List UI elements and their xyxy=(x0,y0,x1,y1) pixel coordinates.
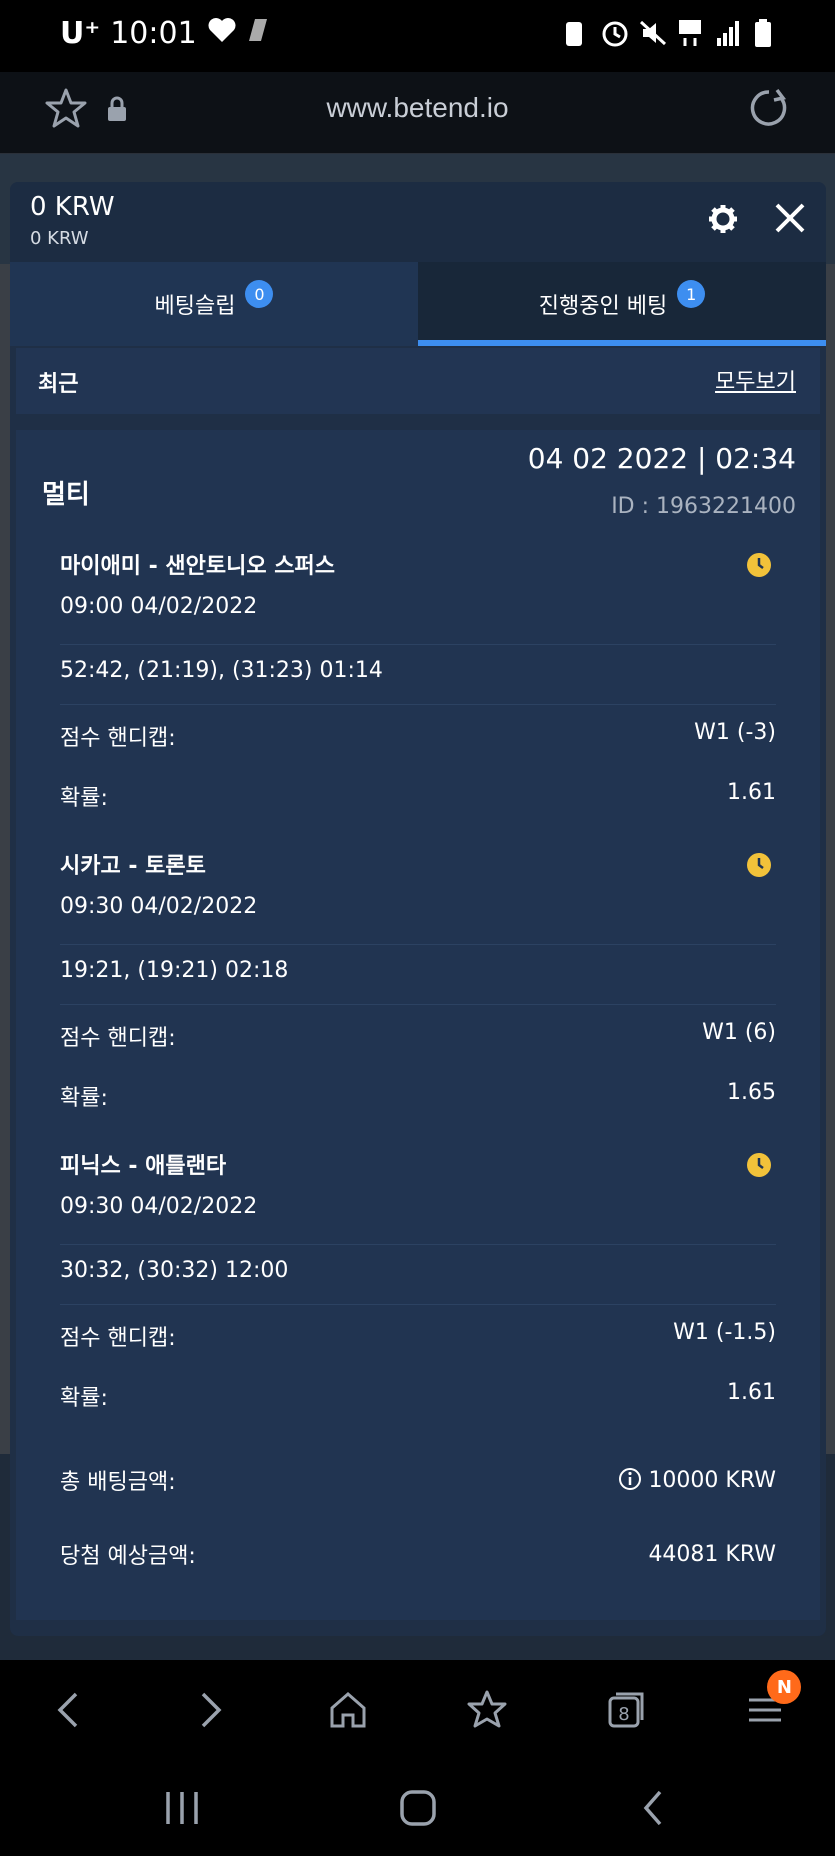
close-icon[interactable] xyxy=(774,202,806,238)
notification-badge: N xyxy=(767,1670,802,1704)
modal-header: 0 KRW 0 KRW xyxy=(10,182,826,262)
match-time: 09:00 04/02/2022 xyxy=(60,594,258,619)
divider xyxy=(60,1304,776,1305)
odds-row: 확률: 1.61 xyxy=(60,1380,776,1412)
divider xyxy=(60,1244,776,1245)
tab-active-bets[interactable]: 진행중인 베팅 1 xyxy=(418,262,826,346)
gear-icon[interactable] xyxy=(708,204,738,238)
count-badge: 0 xyxy=(245,280,274,308)
clock-icon xyxy=(746,852,772,878)
divider xyxy=(60,644,776,645)
recent-apps-icon[interactable] xyxy=(160,1788,204,1832)
view-all-link[interactable]: 모두보기 xyxy=(715,364,796,396)
tab-label: 베팅슬립 xyxy=(154,294,236,319)
score-text: 30:32, (30:32) 12:00 xyxy=(60,1258,289,1283)
match-time: 09:30 04/02/2022 xyxy=(60,894,258,919)
count-badge: 1 xyxy=(677,280,706,308)
clock-time: 10:01 xyxy=(110,16,197,51)
url-text[interactable]: www.betend.io xyxy=(0,92,835,124)
total-stake-value: 10000 KRW xyxy=(648,1468,776,1493)
tab-bet-slip[interactable]: 베팅슬립 0 xyxy=(10,262,418,346)
potential-win-value: 44081 KRW xyxy=(648,1541,776,1567)
browser-url-bar: www.betend.io xyxy=(0,72,835,154)
handicap-row: 점수 핸디캡: W1 (-1.5) xyxy=(60,1320,776,1352)
total-stake-label: 총 배팅금액: xyxy=(60,1470,176,1495)
bet-type: 멀티 xyxy=(42,480,90,510)
match-time: 09:30 04/02/2022 xyxy=(60,1194,258,1219)
bet-card: 멀티 04 02 2022 | 02:34 ID : 1963221400 마이… xyxy=(16,430,820,1620)
odds-label: 확률: xyxy=(60,1086,108,1111)
back-icon[interactable] xyxy=(48,1688,92,1732)
potential-win-row: 당첨 예상금액: 44081 KRW xyxy=(60,1538,776,1570)
bet-id: ID : 1963221400 xyxy=(611,494,796,519)
score-text: 19:21, (19:21) 02:18 xyxy=(60,958,289,983)
handicap-value: W1 (-1.5) xyxy=(673,1320,776,1345)
mute-icon xyxy=(639,18,667,48)
menu-icon[interactable]: N xyxy=(743,1670,802,1732)
potential-win-label: 당첨 예상금액: xyxy=(60,1544,196,1569)
bet-date: 04 02 2022 | 02:34 xyxy=(527,442,796,475)
balance-sub: 0 KRW xyxy=(30,228,89,249)
home-button-icon[interactable] xyxy=(396,1786,440,1834)
tab-label: 진행중인 베팅 xyxy=(538,294,668,319)
handicap-label: 점수 핸디캡: xyxy=(60,1026,176,1051)
home-icon[interactable] xyxy=(326,1688,370,1732)
heart-icon xyxy=(207,16,237,51)
match-score: 52:42, (21:19), (31:23) 01:14 xyxy=(60,658,776,683)
system-nav-bar xyxy=(0,1760,835,1856)
system-back-icon[interactable] xyxy=(632,1786,676,1834)
browser-bottom-nav: 8 N xyxy=(0,1660,835,1760)
match-score: 30:32, (30:32) 12:00 xyxy=(60,1258,776,1283)
odds-label: 확률: xyxy=(60,786,108,811)
forward-icon[interactable] xyxy=(187,1688,231,1732)
app-icon xyxy=(247,16,269,51)
handicap-value: W1 (6) xyxy=(702,1020,776,1045)
recent-label: 최근 xyxy=(38,372,79,397)
divider xyxy=(60,704,776,705)
divider xyxy=(60,944,776,945)
clock-icon xyxy=(746,1152,772,1178)
handicap-row: 점수 핸디캡: W1 (-3) xyxy=(60,720,776,752)
match-name: 마이애미 - 샌안토니오 스퍼스 xyxy=(60,554,335,579)
odds-value: 1.61 xyxy=(727,780,776,805)
info-icon[interactable] xyxy=(618,1467,642,1491)
handicap-label: 점수 핸디캡: xyxy=(60,726,176,751)
bookmarks-icon[interactable] xyxy=(465,1688,509,1732)
match-score: 19:21, (19:21) 02:18 xyxy=(60,958,776,983)
odds-value: 1.65 xyxy=(727,1080,776,1105)
score-text: 52:42, (21:19), (31:23) 01:14 xyxy=(60,658,383,683)
match-name: 시카고 - 토론토 xyxy=(60,854,206,879)
total-stake-row: 총 배팅금액: 10000 KRW xyxy=(60,1464,776,1496)
handicap-value: W1 (-3) xyxy=(694,720,776,745)
tab-count: 8 xyxy=(618,1704,629,1725)
network-5g-icon xyxy=(677,18,703,48)
odds-value: 1.61 xyxy=(727,1380,776,1405)
battery-icon xyxy=(753,18,779,48)
signal-icon xyxy=(715,18,741,48)
odds-row: 확률: 1.61 xyxy=(60,780,776,812)
clock-icon xyxy=(746,552,772,578)
handicap-row: 점수 핸디캡: W1 (6) xyxy=(60,1020,776,1052)
modal-tabs: 베팅슬립 0 진행중인 베팅 1 xyxy=(10,262,826,346)
odds-row: 확률: 1.65 xyxy=(60,1080,776,1112)
bet-slip-modal: 0 KRW 0 KRW 베팅슬립 0 진행중인 베팅 1 최근 모두보기 멀티 … xyxy=(10,182,826,1636)
recycle-icon xyxy=(563,18,589,48)
balance-main: 0 KRW xyxy=(30,192,115,222)
odds-label: 확률: xyxy=(60,1386,108,1411)
tabs-icon[interactable]: 8 xyxy=(604,1688,648,1732)
match-name: 피닉스 - 애틀랜타 xyxy=(60,1154,227,1179)
reload-icon[interactable] xyxy=(747,86,791,134)
handicap-label: 점수 핸디캡: xyxy=(60,1326,176,1351)
recent-bar: 최근 모두보기 xyxy=(16,348,820,414)
alarm-icon xyxy=(601,18,628,48)
carrier-label: U⁺ xyxy=(60,16,101,51)
divider xyxy=(60,1004,776,1005)
status-bar: U⁺ 10:01 xyxy=(0,0,835,72)
